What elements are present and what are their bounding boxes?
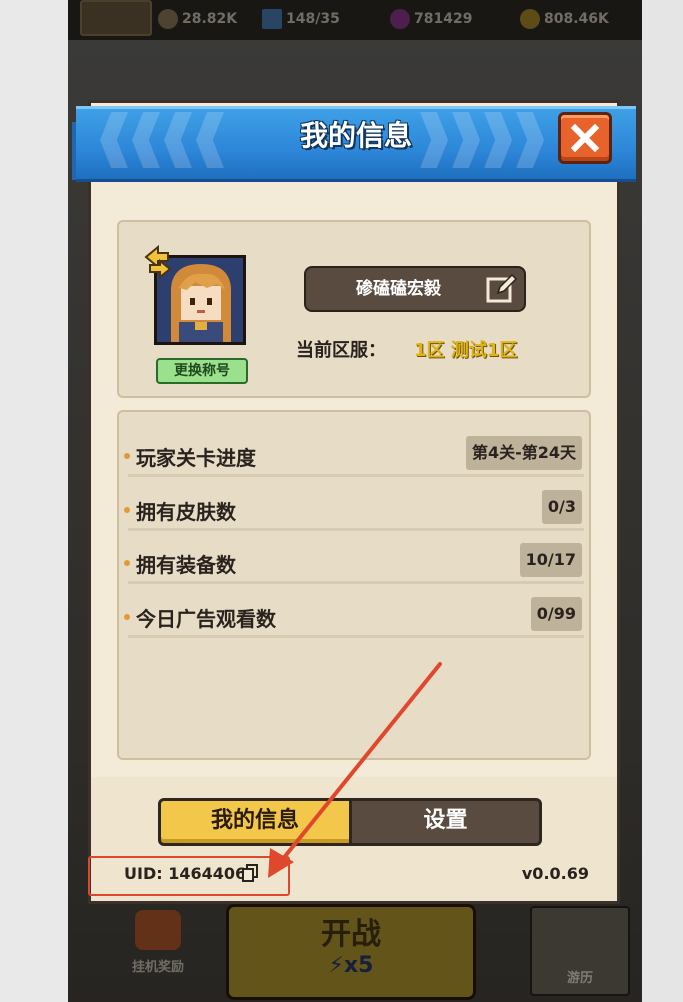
- bullet-icon: [124, 560, 130, 566]
- server-label: 当前区服：: [296, 340, 386, 361]
- edit-name-icon[interactable]: [486, 273, 518, 305]
- bullet-icon: [124, 507, 130, 513]
- swap-avatar-icon[interactable]: [140, 243, 176, 279]
- server-value: 1区 测试1区: [414, 340, 518, 361]
- stat-value: 10/17: [519, 543, 582, 577]
- stat-row-level-progress: 玩家关卡进度 第4关-第24天: [124, 436, 584, 477]
- stat-row-skins: 拥有皮肤数 0/3: [124, 490, 584, 531]
- stat-value: 0/3: [541, 490, 582, 524]
- change-title-button[interactable]: 更换称号: [156, 358, 248, 384]
- row-divider: [128, 528, 584, 531]
- tab-settings[interactable]: 设置: [349, 798, 542, 846]
- stat-label: 今日广告观看数: [136, 607, 276, 631]
- stat-label: 拥有皮肤数: [136, 500, 236, 524]
- row-divider: [128, 581, 584, 584]
- stat-label: 玩家关卡进度: [136, 446, 256, 470]
- row-divider: [128, 635, 584, 638]
- close-icon: [570, 123, 600, 153]
- right-margin: [642, 0, 683, 1002]
- version-label: v0.0.69: [521, 864, 589, 883]
- row-divider: [128, 474, 584, 477]
- dialog-title: 我的信息: [299, 119, 412, 152]
- stat-label: 拥有装备数: [136, 553, 236, 577]
- left-margin: [0, 0, 68, 1002]
- bullet-icon: [124, 453, 130, 459]
- close-button[interactable]: [558, 112, 612, 164]
- stat-value: 0/99: [530, 597, 582, 631]
- nickname-text: 碜磕磕宏毅: [356, 279, 441, 299]
- stat-row-ads-watched: 今日广告观看数 0/99: [124, 597, 584, 638]
- uid-highlight-box: [88, 856, 290, 896]
- dialog-tabs: 我的信息 设置: [158, 798, 542, 846]
- stat-value: 第4关-第24天: [465, 436, 582, 470]
- stat-row-equipment: 拥有装备数 10/17: [124, 543, 584, 584]
- tab-my-info[interactable]: 我的信息: [158, 798, 352, 846]
- bullet-icon: [124, 614, 130, 620]
